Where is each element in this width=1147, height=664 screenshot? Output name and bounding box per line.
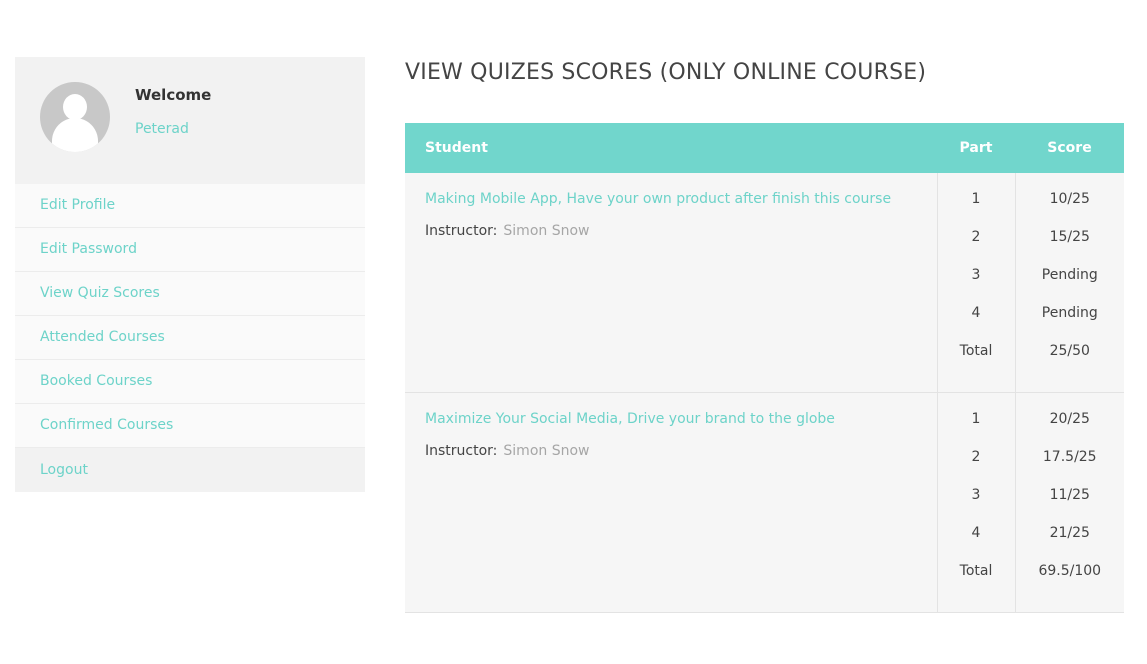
student-cell: Maximize Your Social Media, Drive your b…: [405, 392, 937, 613]
sidebar-item-booked-courses[interactable]: Booked Courses: [15, 360, 365, 404]
header-student: Student: [405, 123, 937, 173]
sidebar-item-edit-password[interactable]: Edit Password: [15, 228, 365, 272]
header-part: Part: [937, 123, 1015, 173]
instructor-label: Instructor:: [425, 443, 498, 459]
sidebar-item-logout[interactable]: Logout: [15, 448, 365, 492]
score-total: 69.5/100: [1038, 563, 1102, 579]
instructor-line: Instructor: Simon Snow: [425, 441, 917, 461]
instructor-label: Instructor:: [425, 223, 498, 239]
instructor-name: Simon Snow: [503, 443, 590, 459]
part-cell: 1 2 3 4 Total: [936, 392, 1016, 613]
part-value: 4: [971, 305, 981, 321]
sidebar-item-confirmed-courses[interactable]: Confirmed Courses: [15, 404, 365, 448]
score-value: 11/25: [1049, 487, 1090, 503]
sidebar: Welcome Peterad Edit Profile Edit Passwo…: [15, 57, 365, 492]
part-value: 4: [971, 525, 981, 541]
score-value: 10/25: [1049, 191, 1090, 207]
student-cell: Making Mobile App, Have your own product…: [405, 173, 937, 393]
course-title-link[interactable]: Maximize Your Social Media, Drive your b…: [425, 409, 917, 429]
user-avatar-icon: [40, 82, 110, 152]
score-value: 17.5/25: [1042, 449, 1097, 465]
instructor-name: Simon Snow: [503, 223, 590, 239]
score-total: 25/50: [1049, 343, 1090, 359]
sidebar-item-attended-courses[interactable]: Attended Courses: [15, 316, 365, 360]
part-value: 3: [971, 487, 981, 503]
score-value: Pending: [1041, 305, 1098, 321]
score-cell: 20/25 17.5/25 11/25 21/25 69.5/100: [1015, 392, 1124, 613]
score-value: 20/25: [1049, 411, 1090, 427]
profile-panel: Welcome Peterad: [15, 57, 365, 184]
welcome-text: Welcome: [135, 86, 212, 104]
instructor-line: Instructor: Simon Snow: [425, 221, 917, 241]
score-value: 21/25: [1049, 525, 1090, 541]
table-header-row: Student Part Score: [405, 123, 1124, 173]
part-total-label: Total: [959, 563, 993, 579]
part-value: 1: [971, 191, 981, 207]
header-score: Score: [1015, 123, 1124, 173]
score-value: Pending: [1041, 267, 1098, 283]
part-value: 3: [971, 267, 981, 283]
sidebar-item-edit-profile[interactable]: Edit Profile: [15, 184, 365, 228]
username-link[interactable]: Peterad: [135, 121, 189, 137]
avatar-head: [63, 94, 87, 120]
part-value: 2: [971, 229, 981, 245]
page-title: VIEW QUIZES SCORES (ONLY ONLINE COURSE): [405, 60, 927, 85]
part-value: 1: [971, 411, 981, 427]
score-value: 15/25: [1049, 229, 1090, 245]
score-cell: 10/25 15/25 Pending Pending 25/50: [1015, 173, 1124, 393]
course-title-link[interactable]: Making Mobile App, Have your own product…: [425, 189, 917, 209]
scores-table: Student Part Score Making Mobile App, Ha…: [405, 123, 1124, 613]
part-value: 2: [971, 449, 981, 465]
sidebar-menu: Edit Profile Edit Password View Quiz Sco…: [15, 184, 365, 492]
avatar-body: [52, 118, 98, 152]
table-row: Maximize Your Social Media, Drive your b…: [405, 392, 1124, 613]
part-total-label: Total: [959, 343, 993, 359]
part-cell: 1 2 3 4 Total: [936, 173, 1016, 393]
sidebar-item-view-quiz-scores[interactable]: View Quiz Scores: [15, 272, 365, 316]
table-row: Making Mobile App, Have your own product…: [405, 173, 1124, 393]
